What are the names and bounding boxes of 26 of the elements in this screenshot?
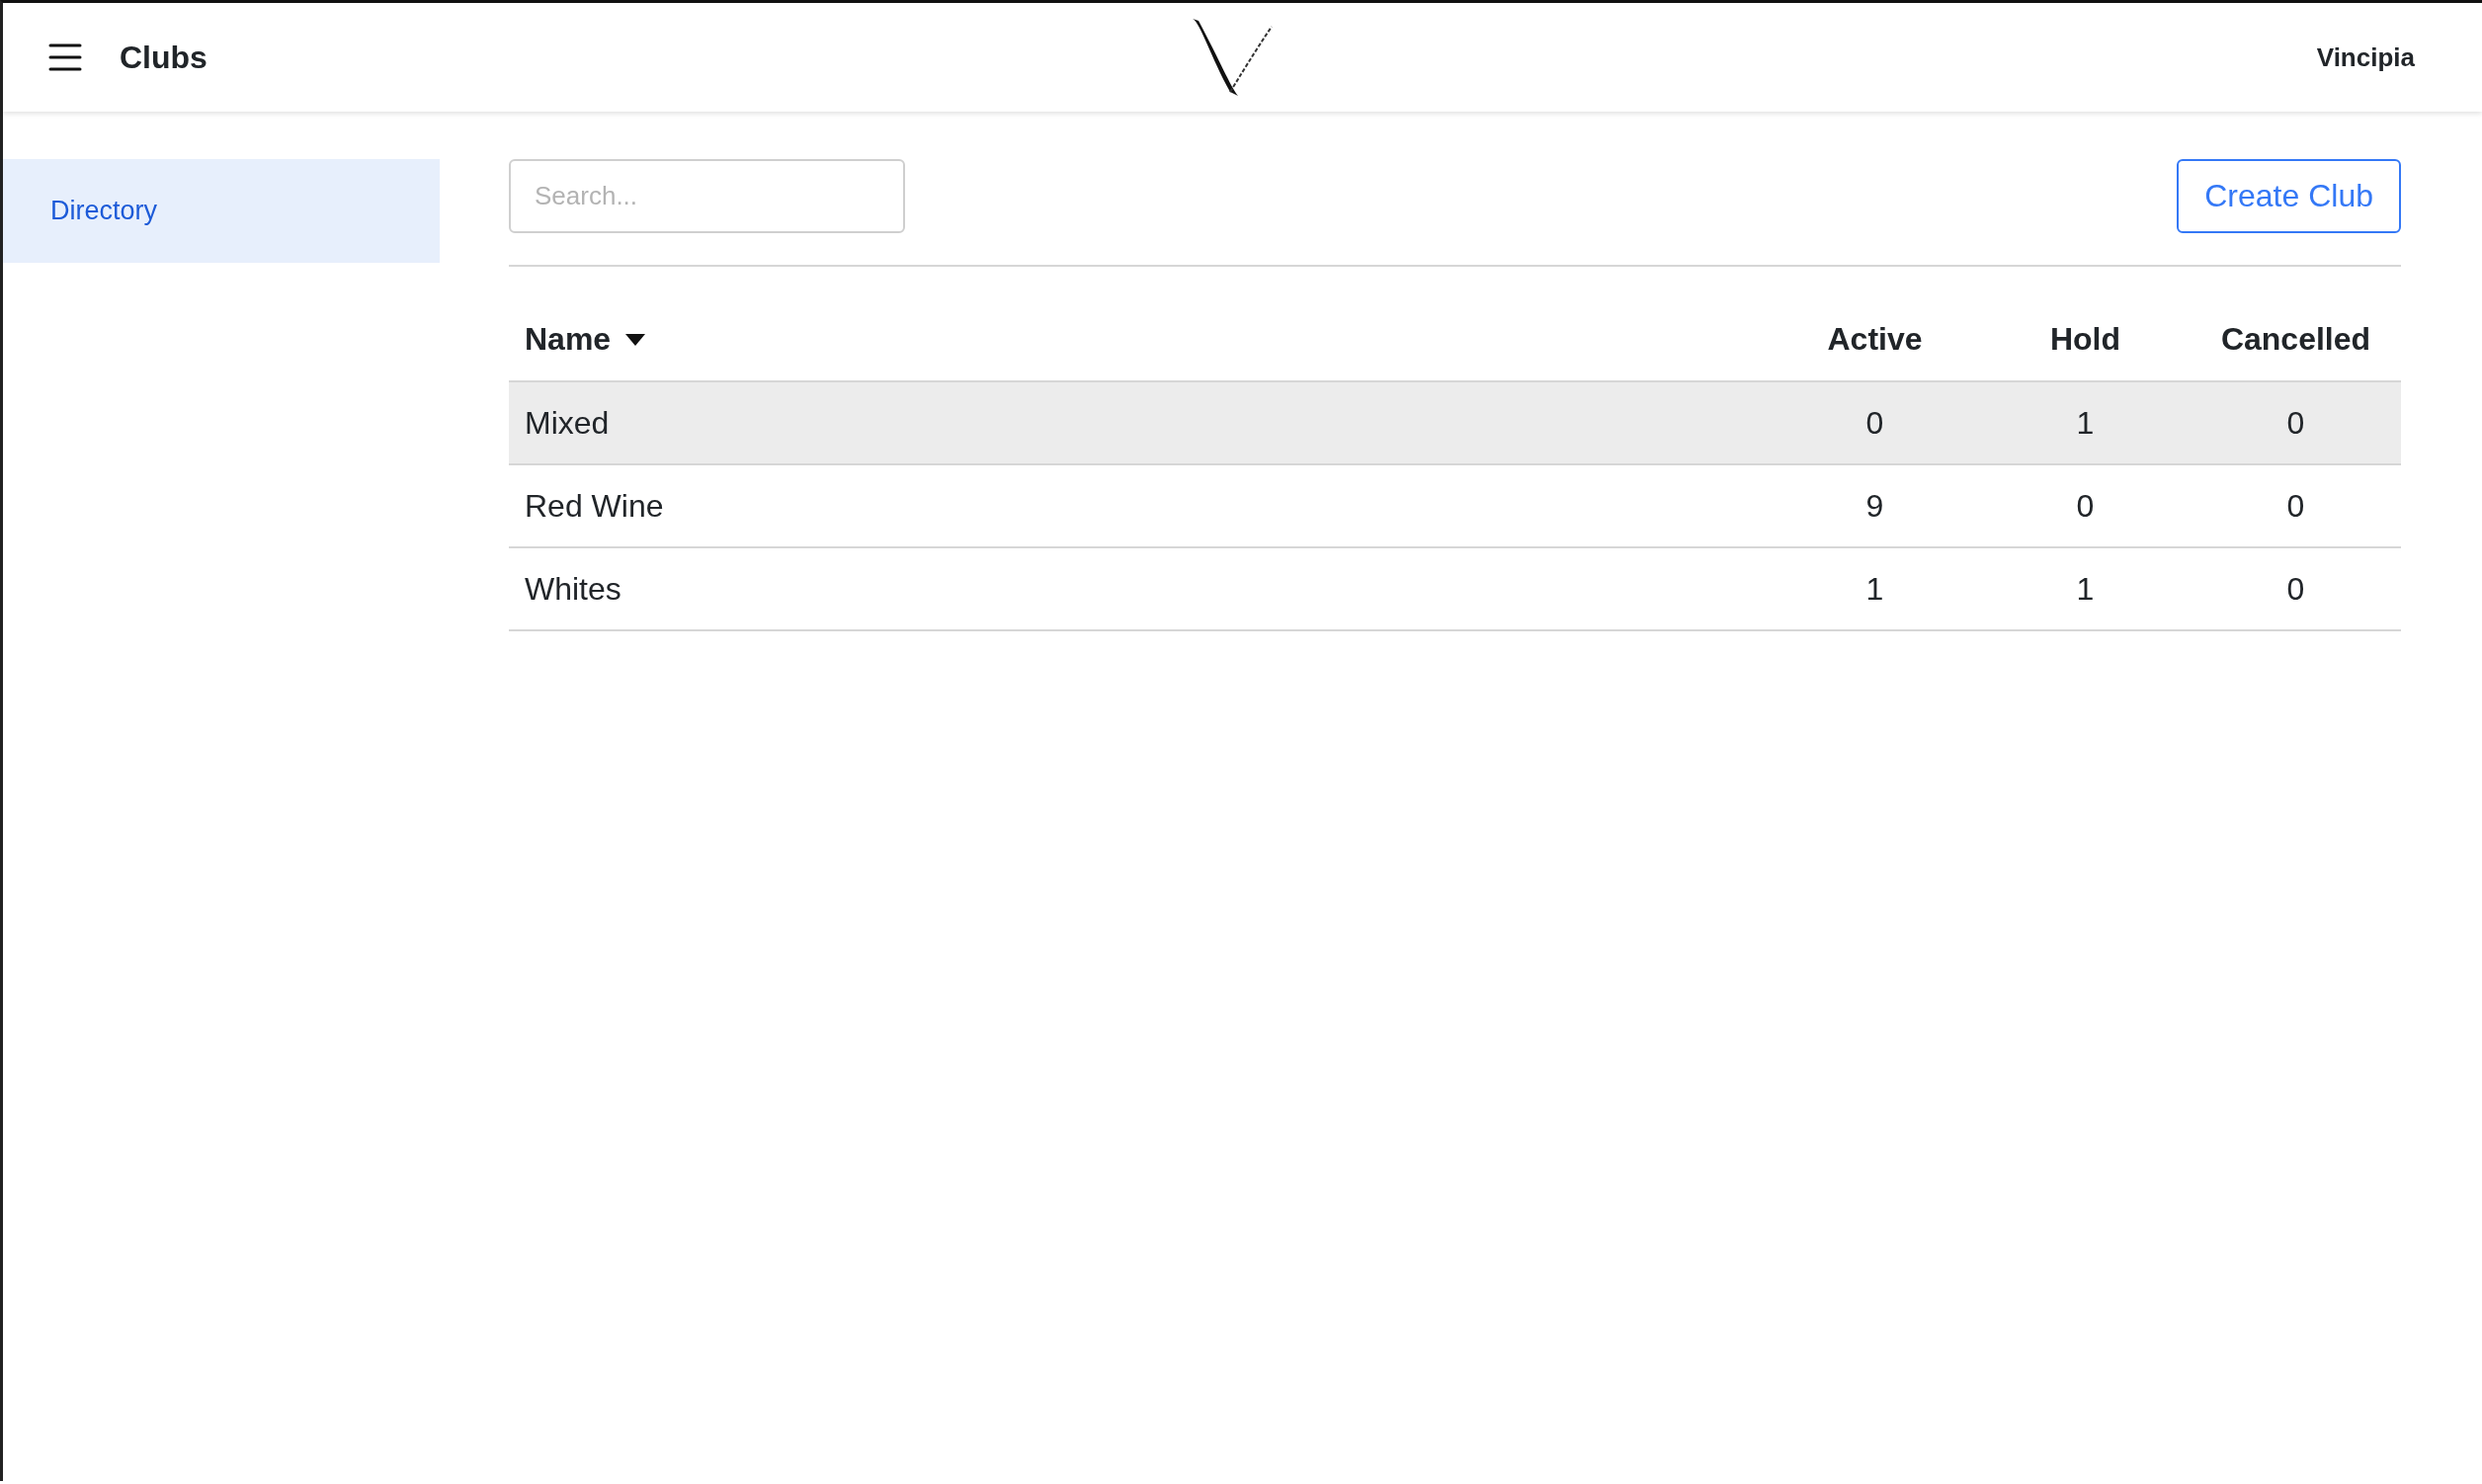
table-cell: 9 <box>1865 487 1884 525</box>
column-header: Active <box>1827 321 1923 358</box>
table-cell: 0 <box>2286 487 2305 525</box>
create-club-button[interactable]: Create Club <box>2177 159 2401 233</box>
column-header[interactable]: Name <box>525 321 612 358</box>
table-cell-text: Red Wine <box>524 487 664 525</box>
table-cell: 0 <box>2286 404 2305 442</box>
table-cell: 0 <box>2076 487 2095 525</box>
table-row[interactable]: Red Wine 9 0 0 <box>509 465 2401 548</box>
sort-caret-icon[interactable] <box>624 332 647 347</box>
page-title: Clubs <box>120 39 207 76</box>
menu-icon[interactable] <box>48 43 82 71</box>
account-name: Vincipia <box>2316 41 2415 73</box>
table-cell-text: Whites <box>524 570 621 608</box>
table-cell: 1 <box>2076 404 2095 442</box>
sidebar-item[interactable]: Directory <box>3 159 440 263</box>
table-cell-text: Mixed <box>524 404 610 442</box>
search-field[interactable]: Search... <box>509 159 905 233</box>
table-row[interactable]: Mixed 0 1 0 <box>509 382 2401 465</box>
column-header: Cancelled <box>2220 321 2371 358</box>
table-cell: 0 <box>1865 404 1884 442</box>
table-cell: 0 <box>2286 570 2305 608</box>
table-row[interactable]: Whites 1 1 0 <box>509 548 2401 631</box>
table-cell: 1 <box>2076 570 2095 608</box>
column-header: Hold <box>2049 321 2121 358</box>
table-cell: 1 <box>1865 570 1884 608</box>
